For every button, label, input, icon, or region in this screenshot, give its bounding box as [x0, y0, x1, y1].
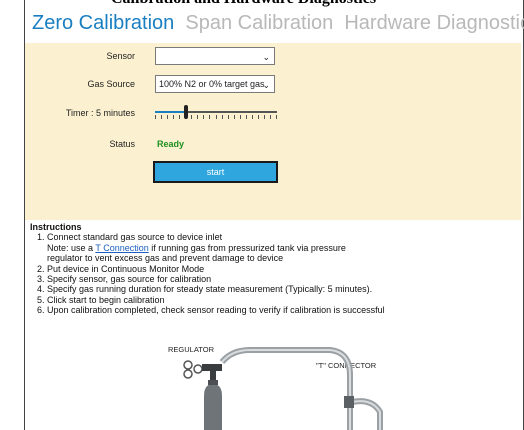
slider-tick — [239, 115, 241, 119]
instructions-title: Instructions — [30, 222, 82, 232]
instructions: Instructions 1. Connect standard gas sou… — [30, 222, 385, 316]
instruction-note-line-2: regulator to vent excess gas and prevent… — [47, 253, 284, 264]
slider-tick — [257, 115, 259, 119]
slider-tick — [173, 115, 175, 119]
gas-source-label: Gas Source — [87, 79, 135, 89]
slider-tick — [215, 115, 217, 119]
slider-tick — [221, 115, 223, 119]
tab-hardware-diagnostics[interactable]: Hardware Diagnostics — [344, 12, 524, 34]
tab-zero-calibration[interactable]: Zero Calibration — [32, 12, 174, 34]
gas-source-select[interactable]: 100% N2 or 0% target gas ⌄ — [155, 75, 275, 93]
timer-label: Timer : 5 minutes — [65, 108, 135, 118]
slider-tick — [155, 115, 156, 119]
start-button[interactable]: start — [153, 161, 278, 183]
gas-cylinder-icon — [204, 384, 222, 430]
instruction-step-3: 3. Specify sensor, gas source for calibr… — [37, 274, 212, 285]
instruction-step-2: 2. Put device in Continuous Monitor Mode — [37, 263, 205, 274]
status-label: Status — [109, 139, 135, 149]
slider-tick — [233, 115, 235, 119]
slider-tick — [167, 115, 169, 119]
chevron-down-icon: ⌄ — [262, 52, 270, 62]
slider-tick — [179, 115, 181, 119]
instruction-step-4: 4. Specify gas running duration for stea… — [37, 284, 373, 295]
window-title: Calibration and Hardware Diagnostics — [111, 0, 521, 8]
sensor-select[interactable]: ⌄ — [155, 47, 275, 65]
instruction-step-1: 1. Connect standard gas source to device… — [37, 232, 223, 243]
instruction-note: Note: use a T Connection if running gas … — [30, 243, 385, 253]
regulator-body-icon — [202, 364, 222, 371]
slider-tick — [197, 115, 199, 119]
tab-bar: Zero Calibration Span Calibration Hardwa… — [32, 12, 524, 40]
regulator-gauge-icon — [183, 360, 193, 370]
note-suffix: if running gas from pressurized tank via… — [148, 242, 346, 253]
regulator-gauge-icon — [193, 364, 203, 374]
vent-tube-highlight — [351, 400, 381, 430]
instruction-step-6: 6. Upon calibration completed, check sen… — [37, 305, 385, 316]
regulator-gauge-icon — [183, 369, 193, 379]
window-title-clipped: Calibration and Hardware Diagnostics — [25, 0, 521, 9]
regulator-label: REGULATOR — [168, 345, 215, 354]
note-prefix: Note: use a — [47, 242, 96, 253]
calibration-panel: Sensor ⌄ Gas Source 100% N2 or 0% target… — [25, 43, 521, 220]
slider-tick — [161, 115, 163, 119]
slider-tick — [203, 115, 205, 119]
slider-thumb[interactable] — [183, 105, 188, 119]
slider-tick — [251, 115, 253, 119]
cylinder-neck-icon — [208, 380, 218, 385]
slider-ticks — [155, 115, 277, 119]
t-connector-icon — [344, 396, 354, 408]
slider-tick — [269, 115, 271, 119]
slider-tick — [276, 115, 277, 119]
status-value: Ready — [157, 139, 185, 149]
slider-fill — [155, 111, 186, 113]
slider-tick — [227, 115, 229, 119]
slider-tick — [191, 115, 193, 119]
slider-tick — [245, 115, 247, 119]
calibration-setup-diagram: REGULATOR "T" CONNECTOR — [168, 345, 383, 430]
chevron-down-icon: ⌄ — [262, 80, 270, 90]
instruction-step-5: 5. Click start to begin calibration — [37, 294, 165, 305]
sensor-label: Sensor — [106, 51, 135, 61]
tab-span-calibration[interactable]: Span Calibration — [185, 12, 333, 34]
timer-slider[interactable] — [155, 105, 277, 119]
slider-tick — [209, 115, 211, 119]
slider-tick — [263, 115, 265, 119]
t-connection-link[interactable]: T Connection — [95, 243, 148, 253]
gas-source-value: 100% N2 or 0% target gas — [159, 79, 265, 89]
